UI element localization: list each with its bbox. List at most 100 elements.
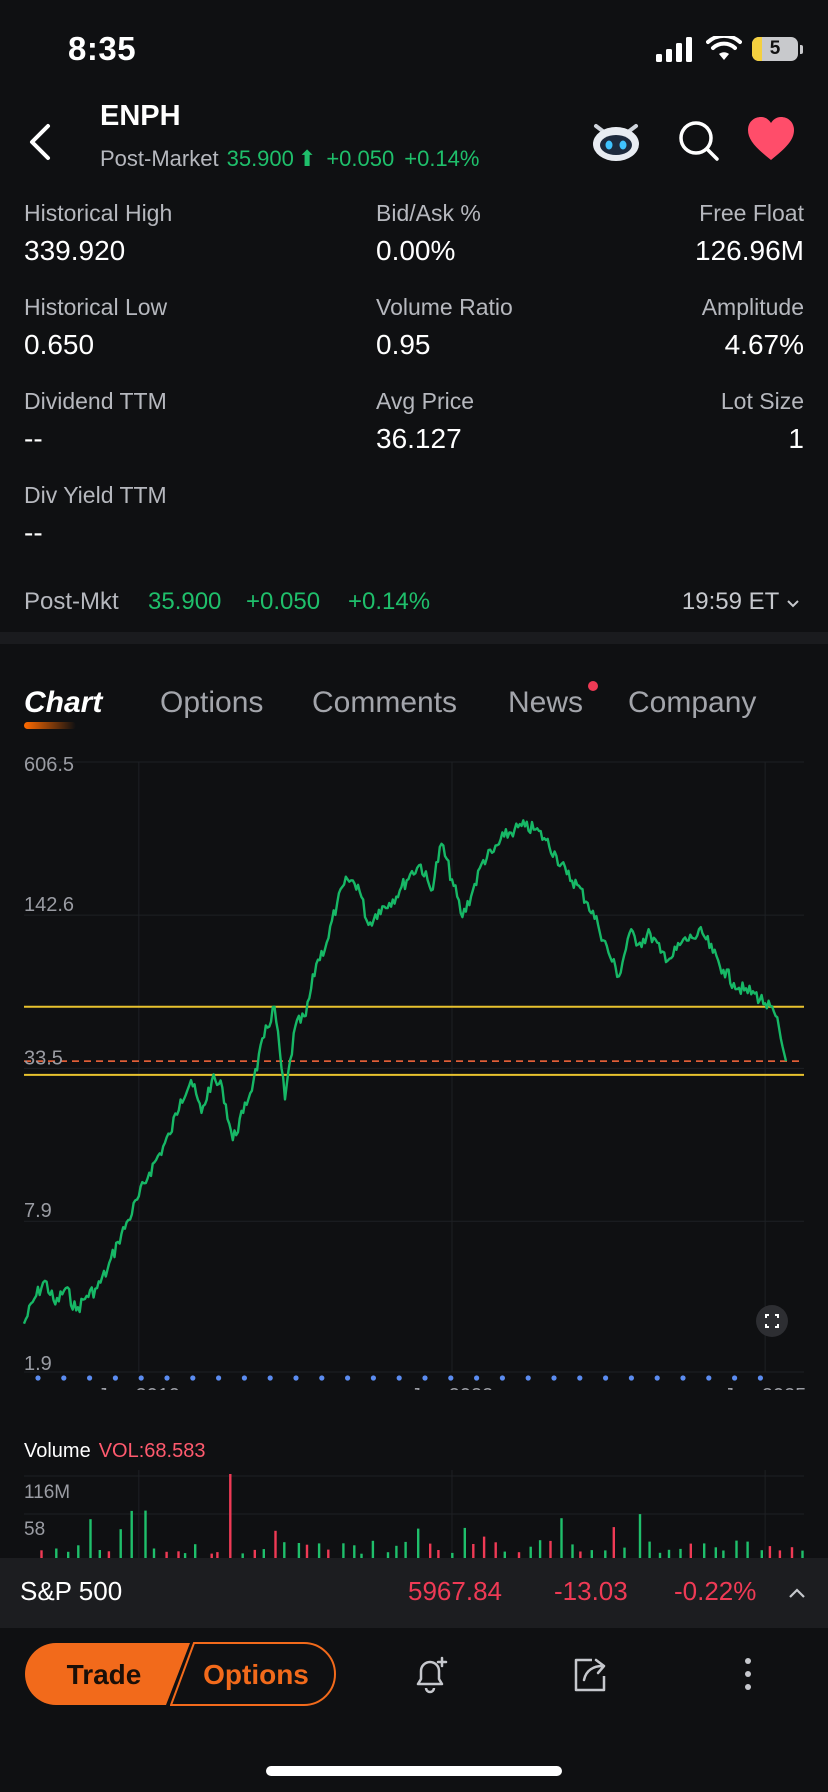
volume-bar <box>529 1546 532 1558</box>
post-market-quote: Post-Market 35.900 ⬆ +0.050 +0.14% <box>100 146 489 172</box>
y-axis-tick-label: 33.5 <box>24 1047 63 1069</box>
price-alert-button[interactable] <box>408 1652 452 1696</box>
stat-value: 126.96M <box>695 235 804 266</box>
share-button[interactable] <box>568 1652 612 1696</box>
stat-value: 36.127 <box>376 423 462 454</box>
event-dot <box>241 1375 247 1381</box>
expand-icon <box>765 1314 779 1328</box>
wifi-icon <box>706 36 742 60</box>
volume-bar <box>55 1548 58 1558</box>
volume-bar <box>801 1550 804 1558</box>
volume-bar <box>746 1541 749 1558</box>
back-button[interactable] <box>20 118 60 166</box>
bell-plus-icon <box>416 1656 448 1694</box>
event-dot <box>319 1375 325 1381</box>
volume-bar <box>463 1527 466 1558</box>
stat-label: Div Yield TTM <box>24 482 167 508</box>
volume-bar <box>40 1550 43 1558</box>
event-dot <box>680 1375 686 1381</box>
event-dot <box>216 1375 222 1381</box>
y-axis-tick-label: 142.6 <box>24 894 74 916</box>
chevron-down-icon <box>787 600 799 608</box>
volume-bar <box>89 1519 92 1558</box>
tab-news[interactable]: News <box>508 686 583 720</box>
stat-value: -- <box>24 423 43 454</box>
event-dot <box>654 1375 660 1381</box>
stat-label: Amplitude <box>701 294 804 320</box>
post-market-row-change: +0.050 <box>246 588 321 615</box>
y-axis-tick-label: 1.9 <box>24 1353 52 1375</box>
event-dot <box>61 1375 67 1381</box>
fullscreen-button[interactable] <box>756 1305 788 1337</box>
volume-bar <box>679 1548 682 1558</box>
price-chart[interactable]: 606.5 142.6 33.5 7.9 1.9 Jan 2019 Jan 2022 Jan… <box>0 740 828 1390</box>
watchlist-button[interactable] <box>746 116 796 164</box>
volume-bar <box>327 1549 330 1558</box>
more-options-button[interactable] <box>732 1652 764 1696</box>
options-button[interactable]: Options <box>170 1642 336 1706</box>
stat-dividend-ttm: Dividend TTM -- <box>24 388 167 455</box>
volume-bar <box>714 1547 717 1558</box>
tab-company[interactable]: Company <box>628 686 756 720</box>
event-dot <box>87 1375 93 1381</box>
event-dot <box>474 1375 480 1381</box>
tab-chart[interactable]: Chart <box>24 686 102 720</box>
price-line <box>22 819 788 1325</box>
event-dot <box>35 1375 41 1381</box>
trade-button[interactable]: Trade <box>24 1642 190 1706</box>
battery-icon: 5 <box>752 37 803 61</box>
stat-label: Avg Price <box>376 388 475 414</box>
search-icon <box>679 121 719 161</box>
news-unread-dot <box>588 681 598 691</box>
volume-bar <box>144 1510 147 1558</box>
stat-volume-ratio: Volume Ratio 0.95 <box>376 294 513 361</box>
volume-bar <box>612 1527 615 1558</box>
tab-options[interactable]: Options <box>160 686 263 720</box>
volume-bar <box>395 1545 398 1558</box>
stat-free-float: Free Float 126.96M <box>695 200 804 267</box>
volume-bar <box>648 1541 651 1558</box>
post-market-change: +0.050 <box>326 146 395 171</box>
event-dot <box>757 1375 764 1381</box>
ai-assistant-button[interactable] <box>590 118 642 164</box>
options-label: Options <box>203 1659 309 1690</box>
volume-label: Volume <box>24 1440 91 1462</box>
index-expand-button[interactable] <box>780 1578 814 1608</box>
index-name: S&P 500 <box>20 1576 123 1606</box>
volume-title: Volume VOL:68.583 <box>24 1440 205 1463</box>
stat-label: Historical Low <box>24 294 168 320</box>
stat-lot-size: Lot Size 1 <box>721 388 804 455</box>
volume-bar <box>98 1550 101 1558</box>
volume-bar <box>437 1550 440 1558</box>
volume-bar <box>274 1530 277 1558</box>
trade-label: Trade <box>67 1659 142 1690</box>
volume-bar <box>283 1542 286 1558</box>
heart-icon <box>748 117 794 160</box>
volume-bar <box>130 1510 133 1558</box>
event-dot <box>706 1375 712 1381</box>
stat-historical-low: Historical Low 0.650 <box>24 294 167 361</box>
volume-bar <box>253 1549 256 1558</box>
volume-bar <box>760 1550 763 1558</box>
volume-chart[interactable]: 116M 58 <box>0 1470 828 1560</box>
event-dot <box>551 1375 557 1381</box>
stat-value: 1 <box>788 423 804 454</box>
chevron-up-icon <box>789 1588 805 1598</box>
stat-label: Historical High <box>24 200 173 226</box>
event-dot <box>164 1375 170 1381</box>
volume-bar <box>590 1550 593 1558</box>
volume-bar <box>778 1550 782 1558</box>
volume-bar <box>107 1551 111 1558</box>
robot-icon <box>593 124 639 161</box>
stat-value: 0.650 <box>24 329 95 360</box>
event-dot <box>628 1375 635 1381</box>
index-change: -13.03 <box>554 1576 628 1606</box>
tab-comments[interactable]: Comments <box>312 686 457 720</box>
stat-label: Dividend TTM <box>24 388 167 414</box>
event-dot <box>499 1375 505 1381</box>
search-button[interactable] <box>676 118 722 164</box>
volume-bar <box>119 1529 122 1558</box>
post-market-row[interactable]: Post-Mkt 35.900 +0.050 +0.14% 19:59 ET <box>0 580 828 626</box>
volume-bar <box>703 1543 706 1558</box>
more-vertical-icon <box>745 1658 751 1690</box>
